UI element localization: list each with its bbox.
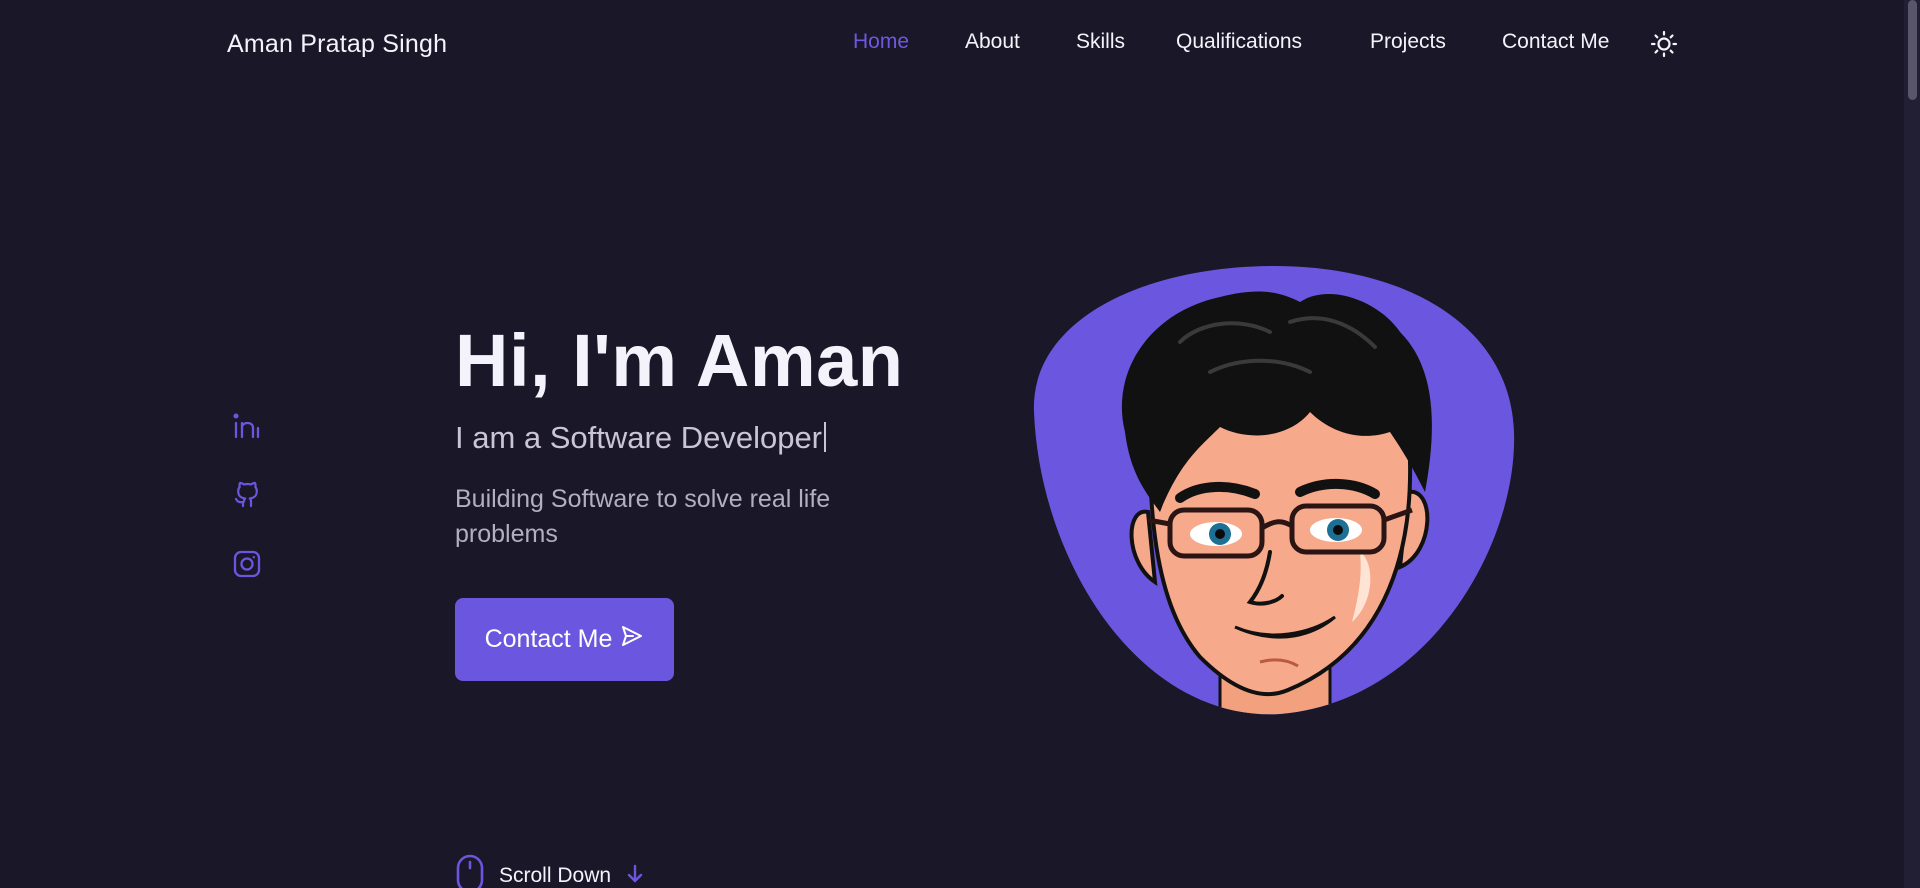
- nav-item-projects[interactable]: Projects: [1370, 30, 1446, 54]
- nav-item-contact-me[interactable]: Contact Me: [1502, 30, 1609, 54]
- header: Aman Pratap Singh Home About Skills Qual…: [0, 0, 1904, 88]
- contact-me-button-label: Contact Me: [484, 625, 613, 653]
- main-nav: Home About Skills Qualifications Project…: [0, 30, 1904, 60]
- scrollbar[interactable]: [1904, 0, 1920, 888]
- instagram-icon[interactable]: [232, 549, 262, 579]
- scroll-down-link[interactable]: Scroll Down: [455, 854, 645, 888]
- nav-item-qualifications[interactable]: Qualifications: [1176, 30, 1302, 54]
- typing-cursor: [824, 422, 827, 452]
- profile-avatar: [1030, 262, 1520, 722]
- arrow-down-icon: [625, 863, 645, 888]
- hero-subtitle: I am a Software Developer: [455, 420, 827, 456]
- hero-subtitle-text: I am a Software Developer: [455, 420, 823, 455]
- hero-description: Building Software to solve real life pro…: [455, 485, 831, 548]
- scrollbar-thumb[interactable]: [1908, 0, 1917, 100]
- nav-item-skills[interactable]: Skills: [1076, 30, 1125, 54]
- linkedin-icon[interactable]: [232, 411, 262, 441]
- nav-item-about[interactable]: About: [965, 30, 1020, 54]
- send-icon: [620, 624, 644, 655]
- sun-icon[interactable]: [1650, 30, 1678, 58]
- github-icon[interactable]: [232, 479, 262, 509]
- scroll-down-label: Scroll Down: [499, 864, 612, 887]
- hero-title: Hi, I'm Aman: [455, 319, 904, 402]
- mouse-icon: [455, 854, 485, 888]
- contact-me-button[interactable]: Contact Me: [455, 598, 674, 681]
- nav-item-home[interactable]: Home: [853, 30, 909, 54]
